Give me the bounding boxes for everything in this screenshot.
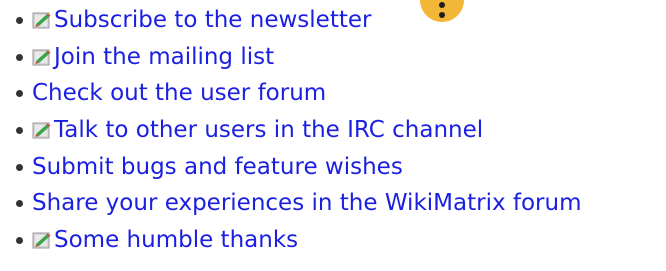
wiki-edit-icon bbox=[32, 122, 51, 139]
subscribe-newsletter-link[interactable]: Subscribe to the newsletter bbox=[54, 8, 371, 32]
list-item: Talk to other users in the IRC channel bbox=[0, 112, 581, 149]
bullet bbox=[16, 126, 23, 134]
list-item: Submit bugs and feature wishes bbox=[0, 149, 581, 186]
submit-bugs-link[interactable]: Submit bugs and feature wishes bbox=[32, 155, 403, 179]
page: Subscribe to the newsletter Join the mai… bbox=[0, 0, 666, 271]
wiki-edit-icon bbox=[32, 232, 51, 249]
list-item: Share your experiences in the WikiMatrix… bbox=[0, 185, 581, 222]
join-mailing-list-link[interactable]: Join the mailing list bbox=[54, 45, 274, 69]
wikimatrix-forum-link[interactable]: Share your experiences in the WikiMatrix… bbox=[32, 192, 581, 215]
bullet bbox=[16, 236, 23, 244]
list-item: Join the mailing list bbox=[0, 39, 581, 76]
bullet bbox=[16, 16, 23, 24]
bullet bbox=[16, 90, 23, 98]
wiki-edit-icon bbox=[32, 12, 51, 29]
list-item: Check out the user forum bbox=[0, 75, 581, 112]
list-item: Some humble thanks bbox=[0, 222, 581, 259]
list-item: Subscribe to the newsletter bbox=[0, 2, 581, 39]
bullet bbox=[16, 53, 23, 61]
wiki-edit-icon bbox=[32, 49, 51, 66]
bullet bbox=[16, 163, 23, 171]
community-links-list: Subscribe to the newsletter Join the mai… bbox=[0, 2, 581, 259]
bullet bbox=[16, 200, 23, 208]
humble-thanks-link[interactable]: Some humble thanks bbox=[54, 228, 298, 252]
irc-channel-link[interactable]: Talk to other users in the IRC channel bbox=[54, 118, 483, 142]
user-forum-link[interactable]: Check out the user forum bbox=[32, 82, 326, 105]
